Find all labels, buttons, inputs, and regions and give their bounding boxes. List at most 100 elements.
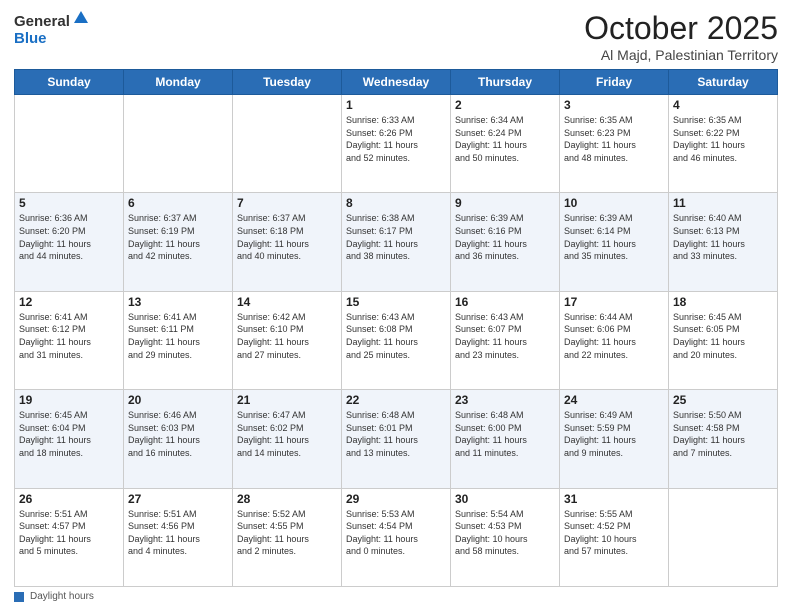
table-row: 5 Sunrise: 6:36 AM Sunset: 6:20 PM Daylig…: [15, 193, 124, 291]
col-tuesday: Tuesday: [233, 70, 342, 95]
footer-label: Daylight hours: [30, 591, 94, 602]
day-number: 20: [128, 393, 228, 407]
day-number: 2: [455, 98, 555, 112]
day-info: Sunrise: 5:51 AM Sunset: 4:57 PM Dayligh…: [19, 508, 119, 558]
table-row: 9Sunrise: 6:39 AM Sunset: 6:16 PM Daylig…: [451, 193, 560, 291]
day-info: Sunrise: 5:53 AM Sunset: 4:54 PM Dayligh…: [346, 508, 446, 558]
day-number: 24: [564, 393, 664, 407]
day-number: 17: [564, 295, 664, 309]
table-row: 15 Sunrise: 6:43 AM Sunset: 6:08 PM Dayli…: [342, 291, 451, 389]
day-number: 13: [128, 295, 228, 309]
col-thursday: Thursday: [451, 70, 560, 95]
table-row: 30Sunrise: 5:54 AM Sunset: 4:53 PM Dayli…: [451, 488, 560, 586]
table-row: 25 Sunrise: 5:50 AM Sunset: 4:58 PM Dayli…: [669, 390, 778, 488]
table-row: 7 Sunrise: 6:37 AM Sunset: 6:18 PM Daylig…: [233, 193, 342, 291]
day-info: Sunrise: 6:48 AM Sunset: 6:00 PM Dayligh…: [455, 409, 555, 459]
day-number: 31: [564, 492, 664, 506]
logo-icon: [72, 9, 90, 27]
day-number: 18: [673, 295, 773, 309]
day-info: Sunrise: 6:40 AM Sunset: 6:13 PM Dayligh…: [673, 212, 773, 262]
day-info: Sunrise: 6:46 AM Sunset: 6:03 PM Dayligh…: [128, 409, 228, 459]
day-number: 14: [237, 295, 337, 309]
day-number: 29: [346, 492, 446, 506]
table-row: 26 Sunrise: 5:51 AM Sunset: 4:57 PM Dayli…: [15, 488, 124, 586]
subtitle: Al Majd, Palestinian Territory: [584, 47, 778, 63]
day-number: 19: [19, 393, 119, 407]
table-row: 23Sunrise: 6:48 AM Sunset: 6:00 PM Dayli…: [451, 390, 560, 488]
day-info: Sunrise: 6:48 AM Sunset: 6:01 PM Dayligh…: [346, 409, 446, 459]
day-number: 25: [673, 393, 773, 407]
day-number: 15: [346, 295, 446, 309]
month-title: October 2025: [584, 10, 778, 47]
table-row: 19 Sunrise: 6:45 AM Sunset: 6:04 PM Dayli…: [15, 390, 124, 488]
day-number: 27: [128, 492, 228, 506]
calendar-week-4: 26 Sunrise: 5:51 AM Sunset: 4:57 PM Dayli…: [15, 488, 778, 586]
col-monday: Monday: [124, 70, 233, 95]
day-number: 3: [564, 98, 664, 112]
day-number: 7: [237, 196, 337, 210]
col-friday: Friday: [560, 70, 669, 95]
day-info: Sunrise: 6:37 AM Sunset: 6:18 PM Dayligh…: [237, 212, 337, 262]
day-info: Sunrise: 6:41 AM Sunset: 6:11 PM Dayligh…: [128, 311, 228, 361]
day-info: Sunrise: 6:36 AM Sunset: 6:20 PM Dayligh…: [19, 212, 119, 262]
table-row: [669, 488, 778, 586]
day-info: Sunrise: 6:43 AM Sunset: 6:07 PM Dayligh…: [455, 311, 555, 361]
table-row: 31 Sunrise: 5:55 AM Sunset: 4:52 PM Dayli…: [560, 488, 669, 586]
day-number: 1: [346, 98, 446, 112]
day-info: Sunrise: 6:35 AM Sunset: 6:23 PM Dayligh…: [564, 114, 664, 164]
day-info: Sunrise: 5:55 AM Sunset: 4:52 PM Dayligh…: [564, 508, 664, 558]
day-info: Sunrise: 5:51 AM Sunset: 4:56 PM Dayligh…: [128, 508, 228, 558]
table-row: 10Sunrise: 6:39 AM Sunset: 6:14 PM Dayli…: [560, 193, 669, 291]
footer-dot: [14, 592, 24, 602]
day-info: Sunrise: 5:54 AM Sunset: 4:53 PM Dayligh…: [455, 508, 555, 558]
table-row: 21 Sunrise: 6:47 AM Sunset: 6:02 PM Dayli…: [233, 390, 342, 488]
table-row: [15, 95, 124, 193]
table-row: 18 Sunrise: 6:45 AM Sunset: 6:05 PM Dayli…: [669, 291, 778, 389]
day-number: 5: [19, 196, 119, 210]
day-number: 16: [455, 295, 555, 309]
day-number: 8: [346, 196, 446, 210]
calendar-week-2: 12Sunrise: 6:41 AM Sunset: 6:12 PM Dayli…: [15, 291, 778, 389]
day-number: 11: [673, 196, 773, 210]
table-row: 14 Sunrise: 6:42 AM Sunset: 6:10 PM Dayli…: [233, 291, 342, 389]
table-row: 2 Sunrise: 6:34 AM Sunset: 6:24 PM Daylig…: [451, 95, 560, 193]
day-info: Sunrise: 6:41 AM Sunset: 6:12 PM Dayligh…: [19, 311, 119, 361]
table-row: 28 Sunrise: 5:52 AM Sunset: 4:55 PM Dayli…: [233, 488, 342, 586]
table-row: 11 Sunrise: 6:40 AM Sunset: 6:13 PM Dayli…: [669, 193, 778, 291]
day-number: 21: [237, 393, 337, 407]
day-info: Sunrise: 6:37 AM Sunset: 6:19 PM Dayligh…: [128, 212, 228, 262]
day-info: Sunrise: 6:45 AM Sunset: 6:05 PM Dayligh…: [673, 311, 773, 361]
table-row: 16 Sunrise: 6:43 AM Sunset: 6:07 PM Dayli…: [451, 291, 560, 389]
day-info: Sunrise: 6:35 AM Sunset: 6:22 PM Dayligh…: [673, 114, 773, 164]
table-row: [233, 95, 342, 193]
table-row: 4Sunrise: 6:35 AM Sunset: 6:22 PM Daylig…: [669, 95, 778, 193]
logo-general-text: General: [14, 14, 70, 31]
day-number: 26: [19, 492, 119, 506]
table-row: 13 Sunrise: 6:41 AM Sunset: 6:11 PM Dayli…: [124, 291, 233, 389]
table-row: [124, 95, 233, 193]
title-section: October 2025 Al Majd, Palestinian Territ…: [584, 10, 778, 63]
calendar-week-0: 1Sunrise: 6:33 AM Sunset: 6:26 PM Daylig…: [15, 95, 778, 193]
table-row: 1Sunrise: 6:33 AM Sunset: 6:26 PM Daylig…: [342, 95, 451, 193]
table-row: 3 Sunrise: 6:35 AM Sunset: 6:23 PM Daylig…: [560, 95, 669, 193]
day-number: 6: [128, 196, 228, 210]
day-info: Sunrise: 6:43 AM Sunset: 6:08 PM Dayligh…: [346, 311, 446, 361]
day-info: Sunrise: 6:42 AM Sunset: 6:10 PM Dayligh…: [237, 311, 337, 361]
table-row: 6 Sunrise: 6:37 AM Sunset: 6:19 PM Daylig…: [124, 193, 233, 291]
day-number: 9: [455, 196, 555, 210]
day-number: 28: [237, 492, 337, 506]
col-wednesday: Wednesday: [342, 70, 451, 95]
day-info: Sunrise: 6:34 AM Sunset: 6:24 PM Dayligh…: [455, 114, 555, 164]
day-info: Sunrise: 5:50 AM Sunset: 4:58 PM Dayligh…: [673, 409, 773, 459]
day-info: Sunrise: 6:38 AM Sunset: 6:17 PM Dayligh…: [346, 212, 446, 262]
day-info: Sunrise: 6:47 AM Sunset: 6:02 PM Dayligh…: [237, 409, 337, 459]
day-info: Sunrise: 6:45 AM Sunset: 6:04 PM Dayligh…: [19, 409, 119, 459]
day-info: Sunrise: 6:44 AM Sunset: 6:06 PM Dayligh…: [564, 311, 664, 361]
table-row: 17 Sunrise: 6:44 AM Sunset: 6:06 PM Dayli…: [560, 291, 669, 389]
table-row: 12Sunrise: 6:41 AM Sunset: 6:12 PM Dayli…: [15, 291, 124, 389]
day-info: Sunrise: 5:52 AM Sunset: 4:55 PM Dayligh…: [237, 508, 337, 558]
calendar-table: Sunday Monday Tuesday Wednesday Thursday…: [14, 69, 778, 587]
logo: General Blue: [14, 14, 90, 47]
table-row: 20 Sunrise: 6:46 AM Sunset: 6:03 PM Dayli…: [124, 390, 233, 488]
footer: Daylight hours: [14, 591, 778, 602]
